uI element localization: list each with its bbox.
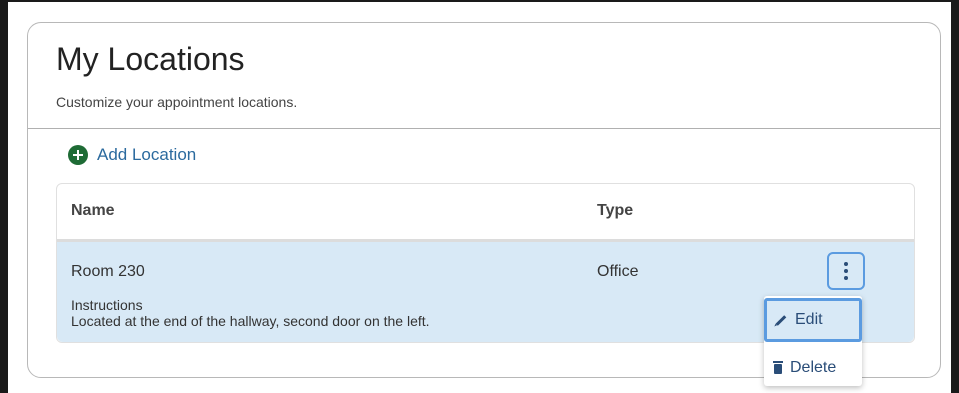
delete-menu-item[interactable]: Delete <box>764 346 862 390</box>
edit-menu-item[interactable]: Edit <box>764 298 862 342</box>
add-location-label: Add Location <box>97 145 197 164</box>
row-actions-menu: Edit Delete <box>764 296 862 386</box>
column-header-type: Type <box>597 202 634 219</box>
window-frame-top <box>8 0 951 2</box>
add-location-button[interactable]: Add Location <box>68 143 196 167</box>
instructions-label: Instructions <box>71 297 143 313</box>
pencil-icon <box>775 314 787 326</box>
window-frame-left <box>0 0 8 393</box>
location-type: Office <box>597 263 639 280</box>
row-actions-button[interactable] <box>827 252 865 290</box>
plus-circle-icon <box>68 145 88 165</box>
header-divider <box>28 128 940 129</box>
column-header-name: Name <box>71 202 115 219</box>
table-header: Name Type <box>57 184 914 242</box>
edit-label: Edit <box>795 311 823 328</box>
instructions-text: Located at the end of the hallway, secon… <box>71 313 430 329</box>
page-title: My Locations <box>56 41 245 77</box>
location-name: Room 230 <box>71 263 145 280</box>
page-subtitle: Customize your appointment locations. <box>56 94 298 110</box>
delete-label: Delete <box>790 359 837 376</box>
window-frame-right <box>951 0 959 393</box>
kebab-menu-icon <box>844 262 848 266</box>
trash-icon <box>773 361 783 374</box>
